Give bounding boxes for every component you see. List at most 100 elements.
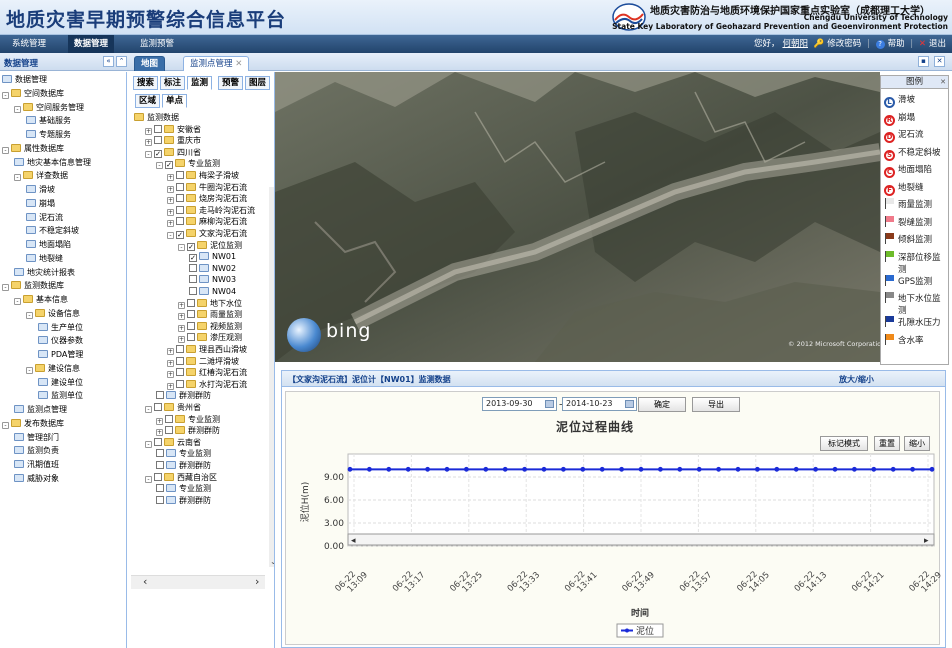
expand-toggle-icon[interactable]: -: [14, 174, 21, 182]
expand-toggle-icon[interactable]: +: [167, 348, 174, 355]
scroll-down-icon[interactable]: ⌄: [270, 557, 274, 566]
node-checkbox[interactable]: ✓: [176, 231, 184, 239]
node-checkbox[interactable]: [176, 356, 184, 365]
monitoring-tree-node[interactable]: + 重庆市: [145, 135, 201, 147]
monitoring-tree-node[interactable]: + 牛圈沟泥石流: [167, 182, 247, 194]
left-tree-node[interactable]: 汛期值班: [14, 458, 59, 471]
left-tree-node[interactable]: 监测负责: [14, 444, 59, 457]
expand-toggle-icon[interactable]: -: [2, 284, 9, 292]
node-checkbox[interactable]: [154, 403, 162, 411]
satellite-map[interactable]: [275, 72, 880, 362]
monitoring-tree-node[interactable]: + 梅梁子滑坡: [167, 170, 239, 182]
expand-toggle-icon[interactable]: -: [145, 150, 152, 158]
monitoring-tree-node[interactable]: - ✓ 专业监测: [156, 158, 220, 170]
tab-map[interactable]: 地图: [134, 56, 166, 71]
monitoring-tree-node[interactable]: 群测群防: [156, 495, 211, 507]
monitoring-tree-node[interactable]: 群测群防: [156, 390, 211, 402]
expand-toggle-icon[interactable]: -: [2, 421, 9, 429]
left-tree-node[interactable]: 泥石流: [26, 211, 63, 224]
collapse-all-button[interactable]: ⌃: [116, 56, 127, 67]
left-tree-node[interactable]: 威胁对象: [14, 472, 59, 485]
monitoring-tree-node[interactable]: + 理县西山滑坡: [167, 344, 247, 356]
left-tree-node[interactable]: 不稳定斜坡: [26, 224, 79, 237]
horizontal-scrollbar[interactable]: ‹ ›: [131, 575, 265, 589]
expand-toggle-icon[interactable]: -: [145, 475, 152, 483]
close-icon[interactable]: ✕: [940, 78, 946, 86]
logout-link[interactable]: 退出: [929, 39, 946, 49]
node-checkbox[interactable]: [176, 205, 184, 214]
monitoring-tree-node[interactable]: + 走马岭沟泥石流: [167, 205, 255, 217]
expand-toggle-icon[interactable]: +: [167, 359, 174, 367]
left-tree-node[interactable]: 专题服务: [26, 128, 71, 141]
left-tree-node[interactable]: - 属性数据库: [2, 142, 64, 155]
expand-toggle-icon[interactable]: -: [26, 366, 33, 374]
node-checkbox[interactable]: ✓: [154, 149, 162, 158]
left-tree-node[interactable]: 崩塌: [26, 197, 55, 210]
close-window-button[interactable]: ✕: [934, 56, 945, 67]
scroll-right-icon[interactable]: ›: [255, 576, 259, 588]
node-checkbox[interactable]: [176, 171, 184, 179]
node-checkbox[interactable]: [189, 287, 197, 295]
expand-toggle-icon[interactable]: +: [145, 139, 152, 147]
node-checkbox[interactable]: [154, 472, 162, 481]
left-tree-node[interactable]: 地灾基本信息管理: [14, 156, 91, 169]
left-tree-node[interactable]: 建设单位: [38, 376, 83, 389]
node-checkbox[interactable]: [176, 379, 184, 388]
monitoring-tree-node[interactable]: + 渗压观测: [178, 332, 242, 344]
expand-toggle-icon[interactable]: +: [178, 313, 185, 321]
monitoring-tree-node[interactable]: NW04: [189, 286, 236, 298]
expand-toggle-icon[interactable]: +: [156, 417, 163, 425]
menu-system-management[interactable]: 系统管理: [6, 35, 52, 53]
monitoring-tree-node[interactable]: + 地下水位: [178, 298, 242, 310]
node-checkbox[interactable]: [189, 275, 197, 284]
left-tree-node[interactable]: - 发布数据库: [2, 417, 64, 430]
mid-tab[interactable]: 监测: [187, 76, 213, 90]
monitoring-tree-node[interactable]: + 雨量监测: [178, 309, 242, 321]
left-tree-node[interactable]: 监测点管理: [14, 403, 67, 416]
help-link[interactable]: 帮助: [888, 39, 905, 49]
expand-toggle-icon[interactable]: -: [2, 91, 9, 99]
monitoring-tree-node[interactable]: + 安徽省: [145, 124, 201, 136]
left-tree-node[interactable]: 监测单位: [38, 389, 83, 402]
close-icon[interactable]: ✕: [235, 59, 242, 69]
expand-toggle-icon[interactable]: +: [167, 208, 174, 216]
monitoring-tree-node[interactable]: + 烧房沟泥石流: [167, 193, 247, 205]
expand-toggle-icon[interactable]: +: [178, 301, 185, 309]
left-tree-node[interactable]: - 详查数据: [14, 169, 68, 182]
node-checkbox[interactable]: [154, 124, 162, 133]
expand-toggle-icon[interactable]: +: [167, 382, 174, 390]
expand-toggle-icon[interactable]: +: [178, 336, 185, 344]
monitoring-tree-node[interactable]: + 水打沟泥石流: [167, 379, 247, 391]
expand-toggle-icon[interactable]: +: [167, 371, 174, 379]
node-checkbox[interactable]: [156, 391, 164, 400]
monitoring-tree-node[interactable]: 专业监测: [156, 448, 211, 460]
left-tree-node[interactable]: PDA管理: [38, 348, 83, 361]
left-tree-node[interactable]: 地面塌陷: [26, 238, 71, 251]
left-tree-node[interactable]: 基础服务: [26, 114, 71, 127]
node-checkbox[interactable]: [187, 333, 195, 342]
scroll-left-icon[interactable]: ‹: [143, 576, 147, 588]
monitoring-tree-node[interactable]: - ✓ 文家沟泥石流: [167, 228, 247, 240]
mid-subtab[interactable]: 单点: [162, 94, 188, 108]
node-checkbox[interactable]: [156, 461, 164, 469]
monitoring-tree-node[interactable]: 监测数据: [134, 112, 179, 124]
expand-toggle-icon[interactable]: -: [156, 162, 163, 170]
mid-tab[interactable]: 预警: [218, 76, 244, 90]
left-tree-node[interactable]: 滑坡: [26, 183, 55, 196]
monitoring-tree-node[interactable]: - 贵州省: [145, 402, 201, 414]
mid-tab[interactable]: 标注: [160, 76, 186, 90]
left-tree-node[interactable]: - 设备信息: [26, 307, 80, 320]
monitoring-tree-node[interactable]: - 西藏自治区: [145, 472, 217, 484]
expand-toggle-icon[interactable]: -: [178, 243, 185, 251]
node-checkbox[interactable]: [176, 368, 184, 377]
node-checkbox[interactable]: [187, 298, 195, 307]
maximize-button[interactable]: ▪: [918, 56, 929, 67]
collapse-panel-button[interactable]: «: [103, 56, 114, 67]
node-checkbox[interactable]: [189, 263, 197, 272]
expand-toggle-icon[interactable]: +: [167, 174, 174, 181]
monitoring-tree-node[interactable]: + 群测群防: [156, 425, 220, 437]
left-tree-node[interactable]: - 监测数据库: [2, 279, 64, 292]
node-checkbox[interactable]: ✓: [189, 254, 197, 263]
left-tree-node[interactable]: 生产单位: [38, 321, 83, 334]
menu-data-management[interactable]: 数据管理: [68, 35, 115, 53]
